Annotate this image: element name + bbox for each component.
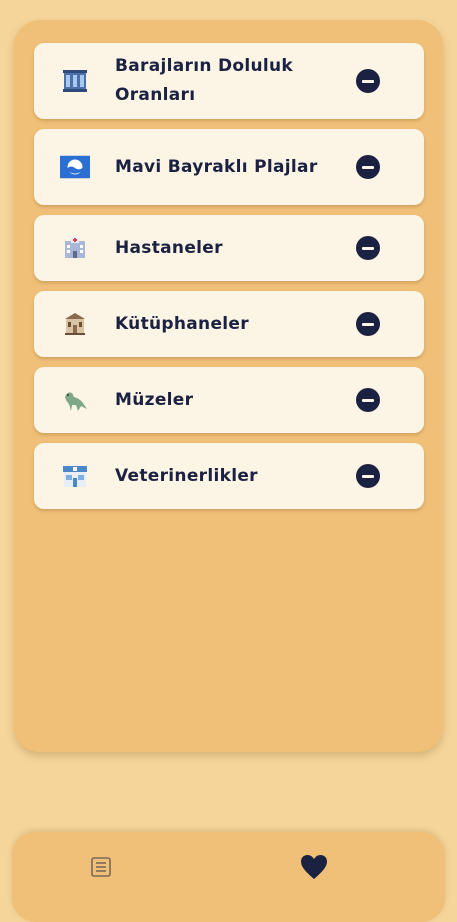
item-label: Müzeler: [115, 389, 194, 410]
item-label: Mavi Bayraklı Plajlar: [115, 156, 318, 177]
blue-flag-icon: [60, 152, 90, 182]
remove-button[interactable]: [356, 388, 380, 412]
vet-clinic-icon: [60, 461, 90, 491]
list-item-hastaneler[interactable]: Hastaneler: [34, 215, 424, 281]
minus-icon: [362, 165, 374, 169]
list-icon: [91, 857, 111, 877]
list-item-muzeler[interactable]: Müzeler: [34, 367, 424, 433]
minus-icon: [362, 246, 374, 250]
hospital-icon: [60, 233, 90, 263]
minus-icon: [362, 398, 374, 402]
favorites-list: Barajların Doluluk Oranları Mavi Bayrakl…: [34, 43, 424, 519]
list-item-barajlar[interactable]: Barajların Doluluk Oranları: [34, 43, 424, 119]
library-icon: [60, 309, 90, 339]
list-item-plajlar[interactable]: Mavi Bayraklı Plajlar: [34, 129, 424, 205]
minus-icon: [362, 474, 374, 478]
minus-icon: [362, 79, 374, 83]
remove-button[interactable]: [356, 464, 380, 488]
nav-list-button[interactable]: [86, 852, 116, 882]
remove-button[interactable]: [356, 155, 380, 179]
bottom-navigation: [12, 832, 445, 922]
minus-icon: [362, 322, 374, 326]
remove-button[interactable]: [356, 236, 380, 260]
remove-button[interactable]: [356, 312, 380, 336]
dam-icon: [60, 66, 90, 96]
list-item-kutuphaneler[interactable]: Kütüphaneler: [34, 291, 424, 357]
remove-button[interactable]: [356, 69, 380, 93]
item-label: Barajların Doluluk Oranları: [115, 56, 293, 105]
item-label: Hastaneler: [115, 237, 223, 258]
list-item-veterinerlikler[interactable]: Veterinerlikler: [34, 443, 424, 509]
dinosaur-icon: [60, 385, 90, 415]
favorites-panel: Barajların Doluluk Oranları Mavi Bayrakl…: [14, 20, 443, 752]
item-label: Veterinerlikler: [115, 465, 258, 486]
heart-icon: [301, 855, 327, 879]
item-label: Kütüphaneler: [115, 313, 249, 334]
nav-favorites-button[interactable]: [299, 852, 329, 882]
